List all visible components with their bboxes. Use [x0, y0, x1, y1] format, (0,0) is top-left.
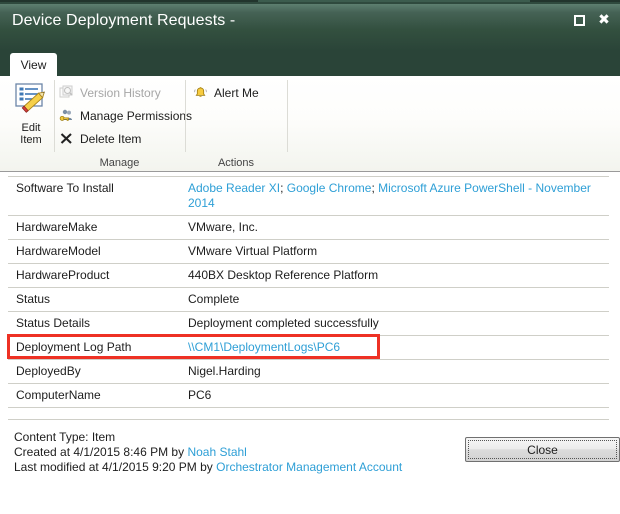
created-prefix: Created at 4/1/2015 8:46 PM by	[14, 445, 188, 459]
field-label: Software To Install	[16, 181, 114, 195]
top-edge-segment-left	[0, 0, 258, 2]
field-value-text: Complete	[188, 292, 240, 306]
ribbon-group-manage: Version History Manage Permissions Delet…	[58, 81, 192, 150]
field-value-link[interactable]: \\CM1\DeploymentLogs\PC6	[188, 340, 340, 354]
version-history-label: Version History	[80, 85, 161, 100]
delete-item-icon	[58, 130, 75, 147]
tab-view[interactable]: View	[10, 53, 57, 76]
field-label: ComputerName	[16, 388, 101, 402]
edit-item-icon	[14, 82, 48, 119]
top-edge-segment-right	[530, 0, 620, 2]
version-history-icon	[58, 84, 75, 101]
title-bar: Device Deployment Requests - ✖	[0, 4, 620, 51]
field-value: Nigel.Harding	[185, 360, 609, 383]
modified-by-link[interactable]: Orchestrator Management Account	[216, 460, 402, 474]
edit-item-label: Edit Item	[20, 122, 42, 146]
field-label: Status	[16, 292, 51, 306]
table-row: HardwareMake VMware, Inc.	[8, 215, 609, 239]
table-row: Software To Install Adobe Reader XI; Goog…	[8, 176, 609, 215]
field-label: HardwareProduct	[16, 268, 110, 282]
field-value-text: PC6	[188, 388, 212, 402]
ribbon-group-label-manage: Manage	[99, 157, 140, 169]
alert-me-icon	[192, 84, 209, 101]
field-label: HardwareModel	[16, 244, 101, 258]
field-value: PC6	[185, 384, 609, 407]
ribbon-group-label-actions: Actions	[217, 157, 255, 169]
manage-permissions-icon	[58, 107, 75, 124]
field-label: HardwareMake	[16, 220, 98, 234]
delete-item-label: Delete Item	[80, 131, 142, 146]
table-row: DeployedBy Nigel.Harding	[8, 359, 609, 383]
field-label: Deployment Log Path	[16, 340, 132, 354]
table-row: ComputerName PC6	[8, 383, 609, 408]
field-value-text: VMware Virtual Platform	[188, 244, 318, 258]
ribbon: Edit Item Version History Manage Permiss…	[0, 76, 620, 172]
field-value: Adobe Reader XI; Google Chrome; Microsof…	[185, 177, 609, 215]
modified-prefix: Last modified at 4/1/2015 9:20 PM by	[14, 460, 217, 474]
field-value: \\CM1\DeploymentLogs\PC6	[185, 336, 609, 359]
alert-me-button[interactable]: Alert Me	[192, 81, 287, 104]
field-value: Deployment completed successfully	[185, 312, 609, 335]
field-value-link[interactable]: Google Chrome	[287, 181, 372, 195]
table-row: Status Details Deployment completed succe…	[8, 311, 609, 335]
manage-permissions-label: Manage Permissions	[80, 108, 193, 123]
version-history-button[interactable]: Version History	[58, 81, 178, 104]
field-value-link[interactable]: Adobe Reader XI	[188, 181, 280, 195]
delete-item-button[interactable]: Delete Item	[58, 127, 178, 150]
alert-me-label: Alert Me	[214, 85, 259, 100]
close-icon: ✖	[598, 12, 610, 28]
created-by-link[interactable]: Noah Stahl	[187, 445, 246, 459]
table-row: Status Complete	[8, 287, 609, 311]
field-value-text: Deployment completed successfully	[188, 316, 379, 330]
window-title: Device Deployment Requests -	[12, 12, 236, 29]
item-metadata: Content Type: Item Created at 4/1/2015 8…	[14, 430, 402, 475]
window-controls: ✖	[571, 12, 612, 28]
ribbon-separator-1	[54, 80, 55, 152]
edit-item-button[interactable]: Edit Item	[6, 80, 56, 152]
close-window-button[interactable]: ✖	[596, 12, 612, 28]
ribbon-separator-2	[185, 80, 186, 152]
content-type-line: Content Type: Item	[14, 430, 116, 444]
field-value-text: 440BX Desktop Reference Platform	[188, 268, 379, 282]
field-value: VMware Virtual Platform	[185, 240, 609, 263]
field-value-text: ;	[280, 181, 287, 195]
dialog-window: Device Deployment Requests - ✖ View Edit…	[0, 0, 620, 514]
field-value-text: Nigel.Harding	[188, 364, 261, 378]
modified-line: Last modified at 4/1/2015 9:20 PM by Orc…	[14, 460, 402, 475]
table-row: HardwareProduct 440BX Desktop Reference P…	[8, 263, 609, 287]
restore-icon	[573, 14, 585, 26]
field-value: 440BX Desktop Reference Platform	[185, 264, 609, 287]
ribbon-tabstrip: View	[0, 51, 620, 76]
top-edge-segment-mid	[258, 0, 530, 2]
ribbon-separator-3	[287, 80, 288, 152]
field-value: Complete	[185, 288, 609, 311]
field-label: Status Details	[16, 316, 91, 330]
manage-permissions-button[interactable]: Manage Permissions	[58, 104, 192, 127]
close-button-label: Close	[527, 442, 558, 457]
field-value: VMware, Inc.	[185, 216, 609, 239]
created-line: Created at 4/1/2015 8:46 PM by Noah Stah…	[14, 445, 402, 460]
table-row: HardwareModel VMware Virtual Platform	[8, 239, 609, 263]
restore-button[interactable]	[571, 12, 587, 28]
dialog-footer: Content Type: Item Created at 4/1/2015 8…	[8, 419, 620, 510]
close-button[interactable]: Close	[465, 437, 620, 462]
item-properties-table: Software To Install Adobe Reader XI; Goog…	[8, 176, 609, 408]
field-label: DeployedBy	[16, 364, 81, 378]
table-row: Deployment Log Path \\CM1\DeploymentLogs\…	[8, 335, 609, 359]
ribbon-group-actions: Alert Me	[192, 81, 287, 104]
field-value-text: VMware, Inc.	[188, 220, 259, 234]
